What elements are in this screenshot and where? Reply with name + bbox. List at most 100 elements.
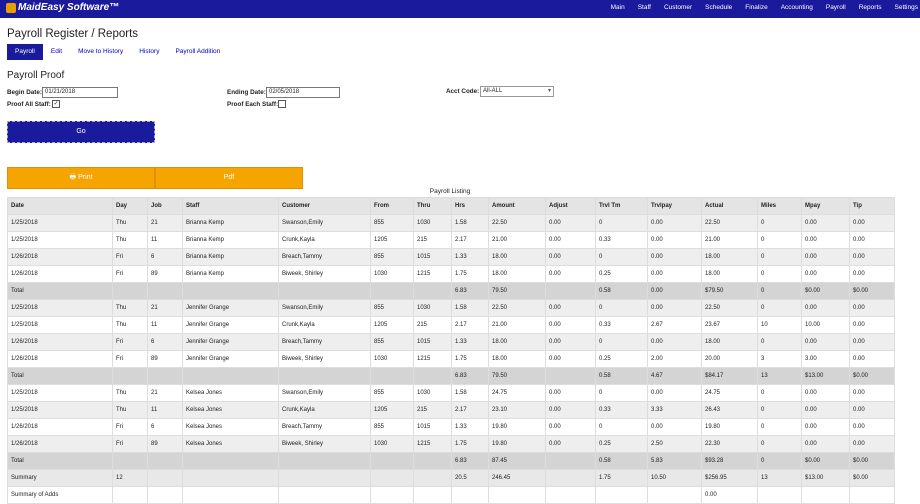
table-cell: 0.25	[595, 265, 648, 283]
tab-payroll-addition[interactable]: Payroll Addition	[167, 44, 228, 60]
table-cell: 0.00	[647, 282, 702, 300]
table-row: 1/25/2018 Thu 21 Brianna Kemp Swanson,Emily 8…	[7, 214, 895, 232]
table-row: 1/25/2018 Thu 11 Jennifer Grange Crunk,Kayla…	[7, 316, 895, 334]
nav-item-staff[interactable]: Staff	[638, 4, 651, 11]
proof-each-staff-checkbox[interactable]	[278, 100, 286, 108]
tab-move-to-history[interactable]: Move to History	[70, 44, 131, 60]
table-cell	[278, 486, 371, 504]
proof-all-staff-checkbox[interactable]: ✓	[52, 100, 60, 108]
table-cell: 0.00	[849, 418, 895, 436]
table-cell: 89	[147, 435, 183, 453]
table-cell: 21	[147, 384, 183, 402]
table-cell: Fri	[112, 333, 148, 351]
table-row: 1/25/2018 Thu 11 Brianna Kemp Crunk,Kayla 120…	[7, 231, 895, 249]
table-cell	[545, 367, 596, 385]
begin-date-label: Begin Date:	[7, 89, 42, 96]
table-cell: Breach,Tammy	[278, 333, 371, 351]
nav-item-settings[interactable]: Settings	[895, 4, 919, 11]
table-cell: 6	[147, 333, 183, 351]
table-cell: 0.25	[595, 435, 648, 453]
table-cell: 1/25/2018	[7, 401, 113, 419]
table-cell	[545, 486, 596, 504]
table-cell: 0.00	[545, 214, 596, 232]
ending-date-input[interactable]: 02/05/2018	[266, 87, 340, 98]
column-header-tip: Tip	[849, 197, 895, 215]
table-cell: 1030	[370, 435, 414, 453]
nav-item-payroll[interactable]: Payroll	[826, 4, 846, 11]
table-cell: 18.00	[488, 265, 546, 283]
table-cell: 24.75	[701, 384, 758, 402]
table-row: 1/26/2018 Fri 89 Kelsea Jones Biweek, Shirle…	[7, 435, 895, 453]
table-cell: 0.00	[849, 401, 895, 419]
table-cell: 0.00	[647, 333, 702, 351]
table-cell: Thu	[112, 231, 148, 249]
column-header-actual: Actual	[701, 197, 758, 215]
table-cell: 87.45	[488, 452, 546, 470]
table-cell	[757, 486, 802, 504]
nav-item-schedule[interactable]: Schedule	[705, 4, 732, 11]
table-cell: Swanson,Emily	[278, 384, 371, 402]
table-cell	[147, 367, 183, 385]
table-cell: $0.00	[849, 469, 895, 487]
table-cell: Thu	[112, 384, 148, 402]
table-row: 1/26/2018 Fri 6 Kelsea Jones Breach,Tammy 855…	[7, 418, 895, 436]
table-cell: Total	[7, 282, 113, 300]
table-cell: 1.58	[451, 214, 489, 232]
nav-item-customer[interactable]: Customer	[664, 4, 692, 11]
go-button[interactable]: Go	[7, 121, 155, 143]
begin-date-input[interactable]: 01/21/2018	[42, 87, 118, 98]
table-cell: 18.00	[488, 333, 546, 351]
table-cell: $0.00	[849, 452, 895, 470]
table-cell	[278, 282, 371, 300]
table-cell: Jennifer Grange	[182, 316, 279, 334]
table-cell	[182, 486, 279, 504]
table-cell: 1.58	[451, 299, 489, 317]
table-cell: 0	[757, 214, 802, 232]
tab-edit[interactable]: Edit	[43, 44, 70, 60]
table-cell: 12	[112, 469, 148, 487]
table-cell: 1/25/2018	[7, 299, 113, 317]
table-cell: 21.00	[701, 231, 758, 249]
table-cell: $0.00	[849, 282, 895, 300]
table-cell: 22.50	[701, 214, 758, 232]
table-cell: 1205	[370, 231, 414, 249]
table-cell: 855	[370, 418, 414, 436]
table-cell: Summary	[7, 469, 113, 487]
table-cell: 0.00	[647, 231, 702, 249]
table-cell: 18.00	[701, 333, 758, 351]
table-cell: 0.00	[801, 418, 850, 436]
table-cell: Biweek, Shirley	[278, 435, 371, 453]
table-cell: 2.50	[647, 435, 702, 453]
table-cell: 0	[757, 248, 802, 266]
pdf-button[interactable]: Pdf	[155, 167, 303, 189]
nav-item-main[interactable]: Main	[611, 4, 625, 11]
table-cell: 11	[147, 316, 183, 334]
table-cell: 21.00	[488, 231, 546, 249]
table-cell: 0	[595, 214, 648, 232]
nav-item-accounting[interactable]: Accounting	[781, 4, 813, 11]
tab-history[interactable]: History	[131, 44, 167, 60]
app-logo[interactable]: MaidEasy Software™	[6, 2, 119, 13]
proof-each-staff-label: Proof Each Staff:	[227, 101, 279, 108]
table-cell: 0.00	[545, 401, 596, 419]
table-cell: 0.00	[849, 333, 895, 351]
table-cell: 1/25/2018	[7, 231, 113, 249]
table-cell: 215	[413, 231, 452, 249]
table-cell: $0.00	[801, 282, 850, 300]
table-cell: 20.5	[451, 469, 489, 487]
table-header-row: Date Day Job Staff Customer From Thru Hrs Amount…	[7, 197, 895, 215]
table-cell: 0.00	[849, 299, 895, 317]
table-cell: 1.75	[595, 469, 648, 487]
nav-item-reports[interactable]: Reports	[859, 4, 882, 11]
nav-item-finalize[interactable]: Finalize	[745, 4, 767, 11]
table-cell	[647, 486, 702, 504]
table-row: 1/26/2018 Fri 89 Brianna Kemp Biweek, Shirle…	[7, 265, 895, 283]
acct-code-select[interactable]: All-ALL ▾	[480, 86, 554, 97]
tab-payroll[interactable]: Payroll	[7, 44, 43, 60]
table-cell: 0.00	[545, 350, 596, 368]
table-cell: 22.50	[701, 299, 758, 317]
table-cell: 1015	[413, 248, 452, 266]
column-header-thru: Thru	[413, 197, 452, 215]
table-cell: Breach,Tammy	[278, 418, 371, 436]
print-button[interactable]: 🖶 Print	[7, 167, 155, 189]
